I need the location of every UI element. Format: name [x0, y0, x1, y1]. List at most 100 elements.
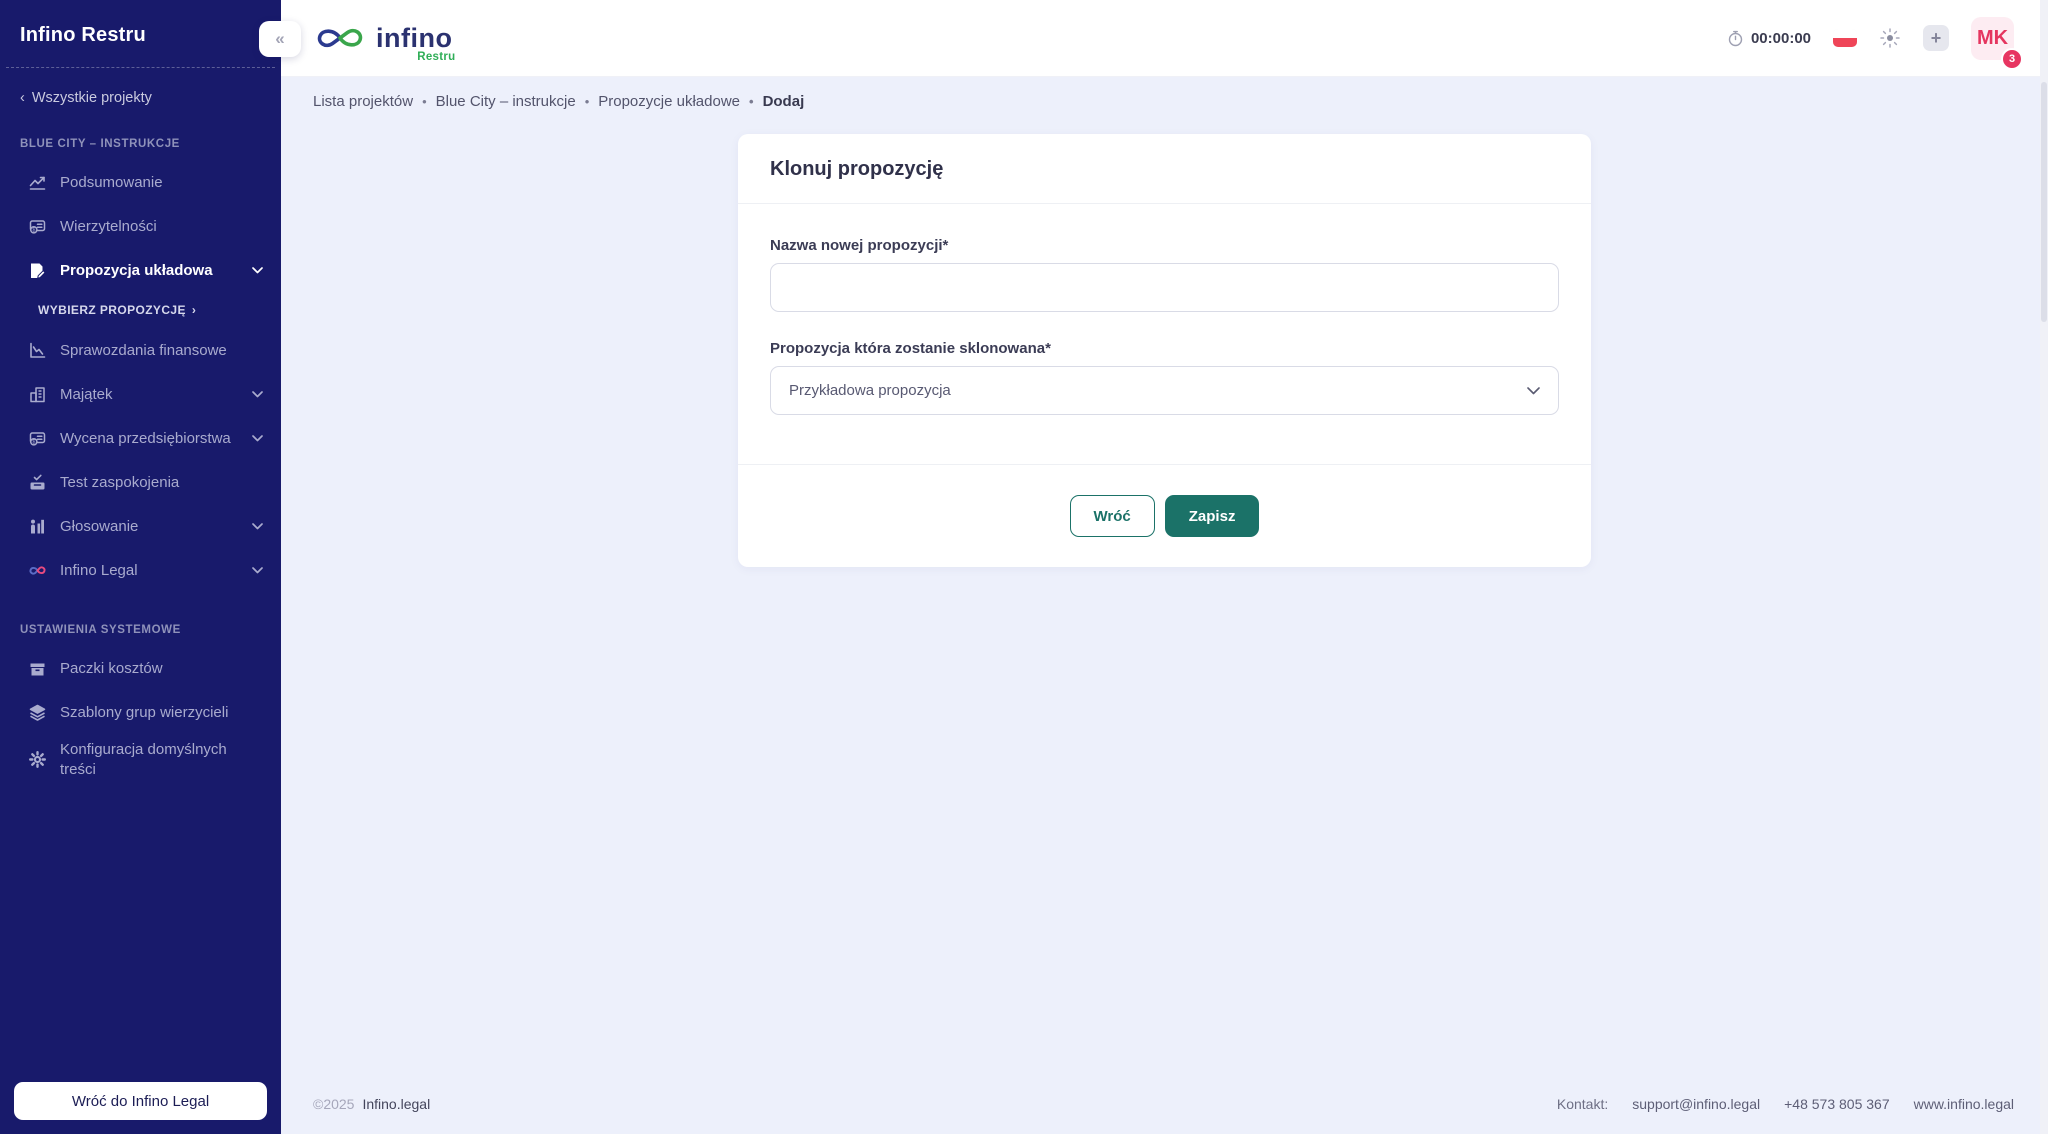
ballot-check-icon — [30, 474, 45, 489]
breadcrumb-current-dodaj: Dodaj — [749, 93, 805, 110]
infino-infinity-icon — [29, 565, 46, 575]
file-pen-icon — [31, 263, 46, 279]
sidebar-section-system: USTAWIENIA SYSTEMOWE — [20, 624, 181, 636]
theme-sun-icon[interactable] — [1879, 27, 1901, 49]
chevron-double-left-icon: « — [275, 29, 285, 48]
svg-text:$: $ — [32, 227, 35, 233]
plus-icon: + — [1930, 28, 1942, 48]
clone-source-label: Propozycja która zostanie sklonowana* — [770, 340, 1051, 357]
sidebar-title: Infino Restru — [20, 24, 146, 46]
logo-sub-label: Restru — [417, 51, 456, 63]
footer-left: ©2025 Infino.legal — [313, 1096, 430, 1112]
sidebar-item-label: Sprawozdania finansowe — [60, 341, 227, 359]
language-flag-poland[interactable] — [1833, 29, 1857, 47]
sidebar-item-podsumowanie[interactable]: Podsumowanie — [0, 160, 281, 204]
sidebar-item-label: Konfiguracja domyślnych treści — [60, 741, 227, 778]
vote-people-icon — [31, 519, 44, 533]
sidebar-section-project: BLUE CITY – INSTRUKCJE — [20, 138, 180, 150]
sidebar-item-label: Propozycja układowa — [60, 261, 213, 279]
flag-red-stripe — [1833, 38, 1857, 47]
contact-website-link[interactable]: www.infino.legal — [1914, 1096, 2014, 1112]
breadcrumb-lista-projektow[interactable]: Lista projektów — [313, 93, 413, 110]
clone-source-select[interactable]: Przykładowa propozycja — [770, 366, 1559, 415]
page-footer: ©2025 Infino.legal Kontakt: support@infi… — [281, 1080, 2048, 1134]
building-icon — [30, 386, 45, 402]
new-proposal-name-input[interactable] — [770, 263, 1559, 312]
sidebar-item-label: Szablony grup wierzycieli — [60, 703, 229, 721]
gear-icon — [29, 751, 46, 768]
box-icon — [30, 663, 45, 675]
sidebar-item-test-zaspokojenia[interactable]: Test zaspokojenia — [0, 460, 281, 504]
sidebar-item-label: Majątek — [60, 385, 113, 403]
chart-down-icon — [30, 342, 46, 358]
vertical-scrollbar[interactable] — [2040, 0, 2048, 1134]
sidebar-item-wierzytelnosci[interactable]: $ Wierzytelności — [0, 204, 281, 248]
chevron-down-icon — [252, 266, 263, 273]
money-coin-icon: $ — [29, 431, 46, 446]
sidebar: Infino Restru ‹ Wszystkie projekty BLUE … — [0, 0, 281, 1134]
chevron-left-icon: ‹ — [20, 90, 25, 106]
avatar-initials: MK — [1976, 26, 2009, 49]
contact-phone-link[interactable]: +48 573 805 367 — [1784, 1096, 1890, 1112]
money-check-icon: $ — [29, 219, 46, 234]
save-button[interactable]: Zapisz — [1164, 495, 1260, 537]
svg-text:$: $ — [32, 439, 35, 445]
sidebar-item-label: Test zaspokojenia — [60, 473, 180, 491]
top-header: infino Restru 00:00:00 + MK 3 — [281, 0, 2048, 77]
card-header: Klonuj propozycję — [738, 134, 1591, 204]
sidebar-item-glosowanie[interactable]: Głosowanie — [0, 504, 281, 548]
sidebar-item-infino-legal[interactable]: Infino Legal — [0, 548, 281, 592]
app-window: « Infino Restru ‹ Wszystkie projekty BLU… — [0, 0, 2048, 1134]
footer-brand-link[interactable]: Infino.legal — [362, 1096, 430, 1112]
sidebar-item-propozycja-ukladowa[interactable]: Propozycja układowa — [0, 248, 281, 292]
sidebar-subitem-wybierz-propozycje[interactable]: WYBIERZ PROPOZYCJĘ › — [0, 292, 281, 328]
contact-email-link[interactable]: support@infino.legal — [1632, 1096, 1760, 1112]
chevron-down-icon — [252, 390, 263, 397]
back-link-label: Wszystkie projekty — [31, 90, 152, 106]
chevron-down-icon — [1527, 386, 1540, 394]
sidebar-item-wycena-przedsiebiorstwa[interactable]: $ Wycena przedsiębiorstwa — [0, 416, 281, 460]
sidebar-item-label: Głosowanie — [60, 517, 139, 535]
scrollbar-thumb[interactable] — [2041, 82, 2047, 322]
sidebar-item-all-projects[interactable]: ‹ Wszystkie projekty — [0, 68, 281, 106]
sidebar-item-label: Paczki kosztów — [60, 659, 163, 677]
flag-white-stripe — [1833, 29, 1857, 38]
sidebar-item-label: Infino Legal — [60, 561, 138, 579]
sidebar-item-paczki-kosztow[interactable]: Paczki kosztów — [0, 646, 281, 690]
card-body: Nazwa nowej propozycji* Propozycja która… — [738, 204, 1591, 464]
sidebar-item-szablony-grup[interactable]: Szablony grup wierzycieli — [0, 690, 281, 734]
chevron-down-icon — [252, 566, 263, 573]
layers-icon — [29, 704, 46, 721]
back-to-infino-legal-button[interactable]: Wróć do Infino Legal — [14, 1082, 267, 1120]
new-proposal-name-label: Nazwa nowej propozycji* — [770, 237, 949, 254]
chevron-down-icon — [252, 434, 263, 441]
clone-proposal-card: Klonuj propozycję Nazwa nowej propozycji… — [738, 134, 1591, 567]
chevron-right-icon: › — [191, 303, 197, 317]
infino-logo[interactable]: infino Restru — [313, 20, 456, 63]
content-area: Lista projektów Blue City – instrukcje P… — [281, 77, 2048, 1080]
logo-word: infino Restru — [376, 22, 456, 63]
sidebar-item-label: Podsumowanie — [60, 173, 163, 191]
stopwatch-icon — [1728, 30, 1743, 46]
select-value: Przykładowa propozycja — [789, 382, 951, 399]
footer-contact: Kontakt: support@infino.legal +48 573 80… — [1557, 1096, 2014, 1112]
subitem-label: WYBIERZ PROPOZYCJĘ — [38, 303, 186, 317]
sidebar-item-sprawozdania-finansowe[interactable]: Sprawozdania finansowe — [0, 328, 281, 372]
add-button[interactable]: + — [1923, 25, 1949, 51]
card-title: Klonuj propozycję — [770, 158, 944, 180]
field-spacer — [770, 312, 1559, 340]
breadcrumb-blue-city[interactable]: Blue City – instrukcje — [422, 93, 576, 110]
session-timer: 00:00:00 — [1727, 30, 1811, 47]
user-avatar[interactable]: MK 3 — [1971, 16, 2023, 70]
sidebar-collapse-button[interactable]: « — [259, 21, 301, 57]
breadcrumb: Lista projektów Blue City – instrukcje P… — [313, 93, 2016, 110]
sidebar-item-label: Wycena przedsiębiorstwa — [60, 429, 231, 447]
sidebar-item-konfiguracja-tresci[interactable]: Konfiguracja domyślnych treści — [0, 734, 281, 785]
copyright-text: ©2025 — [313, 1096, 355, 1112]
back-button[interactable]: Wróć — [1069, 495, 1155, 537]
sidebar-item-label: Wierzytelności — [60, 217, 157, 235]
notification-badge: 3 — [2001, 47, 2023, 70]
sidebar-item-majatek[interactable]: Majątek — [0, 372, 281, 416]
breadcrumb-propozycje-ukladowe[interactable]: Propozycje układowe — [585, 93, 740, 110]
chart-line-icon — [29, 176, 46, 190]
